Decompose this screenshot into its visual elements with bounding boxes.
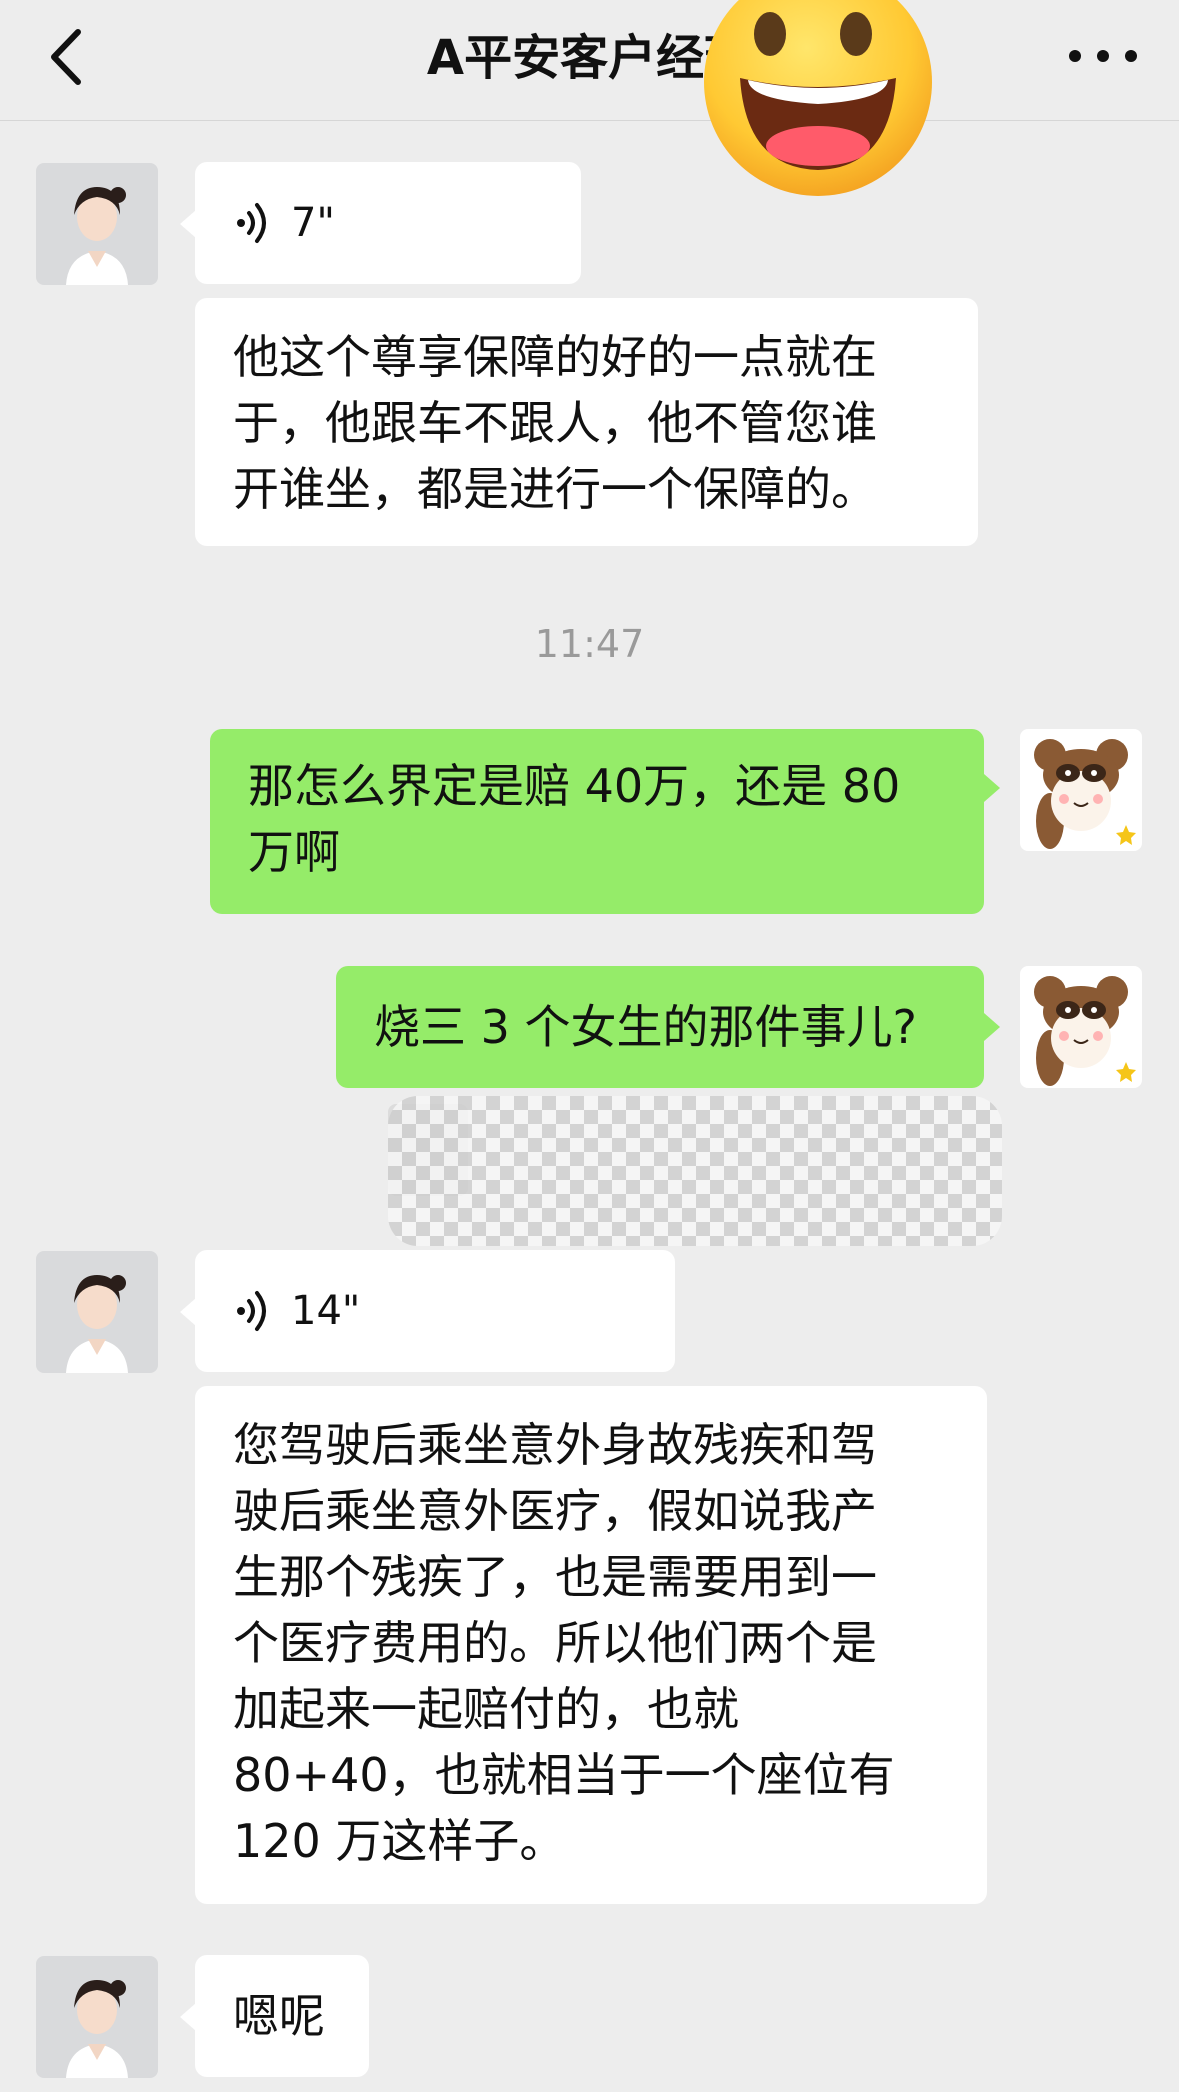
message-line: 那怎么界定是赔 40万，还是 80 — [248, 759, 901, 813]
raccoon-avatar-icon — [1020, 966, 1142, 1088]
message-line: 加起来一起赔付的，也就 — [233, 1682, 739, 1736]
raccoon-avatar-icon — [1020, 729, 1142, 851]
voice-wave-icon — [237, 1291, 266, 1331]
message-line: 驶后乘坐意外医疗，假如说我产 — [233, 1484, 877, 1538]
contact-avatar[interactable] — [36, 1956, 158, 2078]
bubble-tail — [180, 1298, 196, 1326]
grinning-face-emoji-icon — [700, 0, 936, 196]
bubble-tail — [984, 774, 1000, 802]
timestamp: 11:47 — [534, 622, 645, 666]
message-line: 他这个尊享保障的好的一点就在 — [233, 330, 877, 384]
my-avatar[interactable] — [1020, 966, 1142, 1088]
message-line: 80+40，也就相当于一个座位有 — [233, 1748, 895, 1802]
text-message[interactable]: 您驾驶后乘坐意外身故残疾和驾 驶后乘坐意外医疗，假如说我产 生那个残疾了，也是需… — [195, 1386, 987, 1904]
message-line: 生那个残疾了，也是需要用到一 — [233, 1550, 877, 1604]
more-button[interactable] — [1063, 30, 1143, 82]
chat-header: A平安客户经理 — [0, 0, 1179, 121]
voice-wave-icon — [237, 203, 266, 243]
voice-message[interactable]: 14" — [195, 1250, 675, 1372]
text-message[interactable]: 那怎么界定是赔 40万，还是 80 万啊 — [210, 729, 984, 914]
mosaic-redaction — [388, 1096, 1002, 1246]
voice-duration: 7" — [291, 200, 335, 246]
voice-duration: 14" — [291, 1288, 361, 1334]
person-avatar-icon — [36, 1956, 158, 2078]
text-message[interactable]: 烧三 3 个女生的那件事儿? — [336, 966, 984, 1088]
message-line: 开谁坐，都是进行一个保障的。 — [233, 462, 877, 516]
message-line: 于，他跟车不跟人，他不管您谁 — [233, 396, 877, 450]
text-message[interactable]: 嗯呢 — [195, 1955, 369, 2077]
text-message[interactable]: 他这个尊享保障的好的一点就在 于，他跟车不跟人，他不管您谁 开谁坐，都是进行一个… — [195, 298, 978, 546]
contact-avatar[interactable] — [36, 163, 158, 285]
my-avatar[interactable] — [1020, 729, 1142, 851]
bubble-tail — [984, 1013, 1000, 1041]
person-avatar-icon — [36, 1251, 158, 1373]
message-line: 个医疗费用的。所以他们两个是 — [233, 1616, 877, 1670]
voice-message[interactable]: 7" — [195, 162, 581, 284]
bubble-tail — [180, 2003, 196, 2031]
more-dots-icon — [1069, 50, 1137, 62]
chat-title: A平安客户经理 — [426, 30, 753, 86]
contact-avatar[interactable] — [36, 1251, 158, 1373]
bubble-tail — [180, 210, 196, 238]
message-line: 万啊 — [248, 825, 340, 879]
message-line: 120 万这样子。 — [233, 1814, 566, 1868]
message-line: 烧三 3 个女生的那件事儿? — [374, 1000, 917, 1054]
person-avatar-icon — [36, 163, 158, 285]
message-line: 嗯呢 — [233, 1989, 325, 2043]
message-line: 您驾驶后乘坐意外身故残疾和驾 — [233, 1418, 877, 1472]
